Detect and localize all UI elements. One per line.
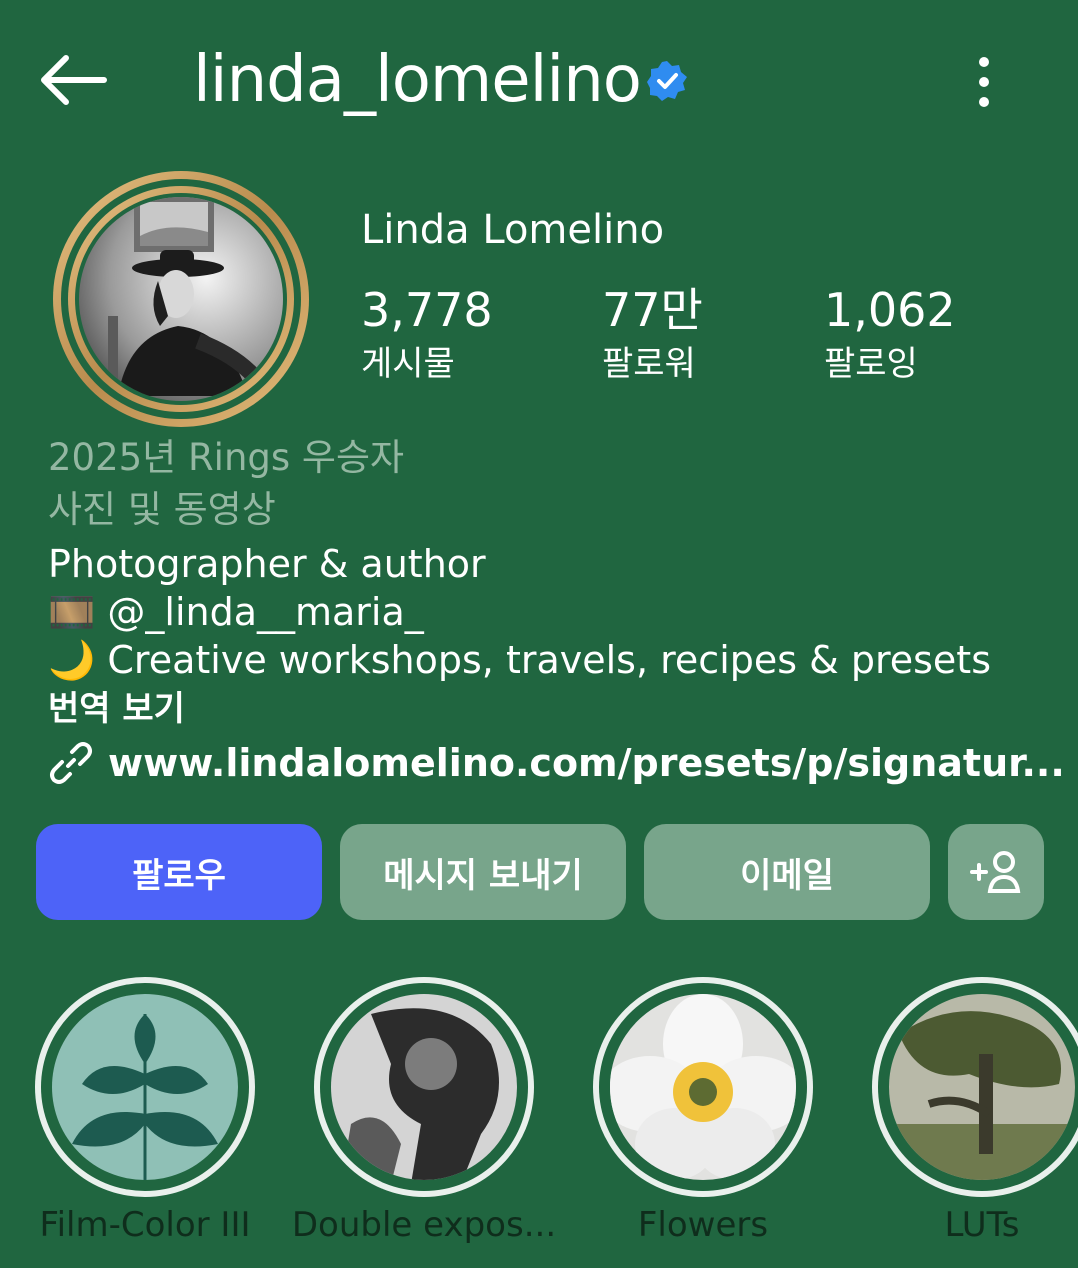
email-button[interactable]: 이메일 <box>644 824 930 920</box>
following-label: 팔로잉 <box>824 344 918 384</box>
website-url: www.lindalomelino.com/presets/p/signatur… <box>108 741 1065 785</box>
highlight-thumbnail <box>872 977 1078 1197</box>
bio-line-3: 🌙 Creative workshops, travels, recipes &… <box>48 638 992 682</box>
more-vertical-icon <box>979 57 989 107</box>
add-person-icon <box>970 851 1021 893</box>
see-translation-link[interactable]: 번역 보기 <box>48 686 185 732</box>
highlight-label: Flowers <box>637 1205 769 1245</box>
highlight-thumbnail <box>593 977 813 1197</box>
bio-line-2: 🎞️ @_linda__maria_ <box>48 590 424 634</box>
followers-stat[interactable]: 77만 팔로워 <box>602 282 703 386</box>
verified-badge-icon <box>647 61 687 101</box>
message-button[interactable]: 메시지 보내기 <box>340 824 626 920</box>
more-options-button[interactable] <box>962 52 1006 112</box>
highlight-thumbnail <box>314 977 534 1197</box>
profile-avatar[interactable] <box>48 166 314 432</box>
avatar-image <box>53 171 309 427</box>
following-stat[interactable]: 1,062 팔로잉 <box>824 282 956 386</box>
profile-category: 사진 및 동영상 <box>48 488 276 531</box>
back-button[interactable] <box>36 50 108 110</box>
profile-username: linda_lomelino <box>193 43 642 117</box>
highlight-thumbnail <box>35 977 255 1197</box>
followers-label: 팔로워 <box>602 344 696 384</box>
profile-page: linda_lomelino Linda Lomelino 3,778 게시물 … <box>0 0 1078 1268</box>
arrow-left-icon <box>41 55 107 105</box>
follow-button[interactable]: 팔로우 <box>36 824 322 920</box>
following-count: 1,062 <box>824 283 956 337</box>
suggested-accounts-button[interactable] <box>948 824 1044 920</box>
posts-label: 게시물 <box>361 344 455 384</box>
highlight-label: Double expos... <box>291 1205 557 1245</box>
highlight-label: Film-Color III <box>39 1205 251 1245</box>
followers-count: 77만 <box>602 283 703 337</box>
highlight-label: LUTs <box>944 1205 1020 1245</box>
award-badge-text: 2025년 Rings 우승자 <box>48 436 405 479</box>
link-icon <box>50 742 92 784</box>
posts-stat[interactable]: 3,778 게시물 <box>361 282 493 386</box>
profile-website-link[interactable]: www.lindalomelino.com/presets/p/signatur… <box>48 736 1065 790</box>
posts-count: 3,778 <box>361 283 493 337</box>
bio-line-1: Photographer & author <box>48 542 486 586</box>
profile-full-name: Linda Lomelino <box>361 207 665 253</box>
